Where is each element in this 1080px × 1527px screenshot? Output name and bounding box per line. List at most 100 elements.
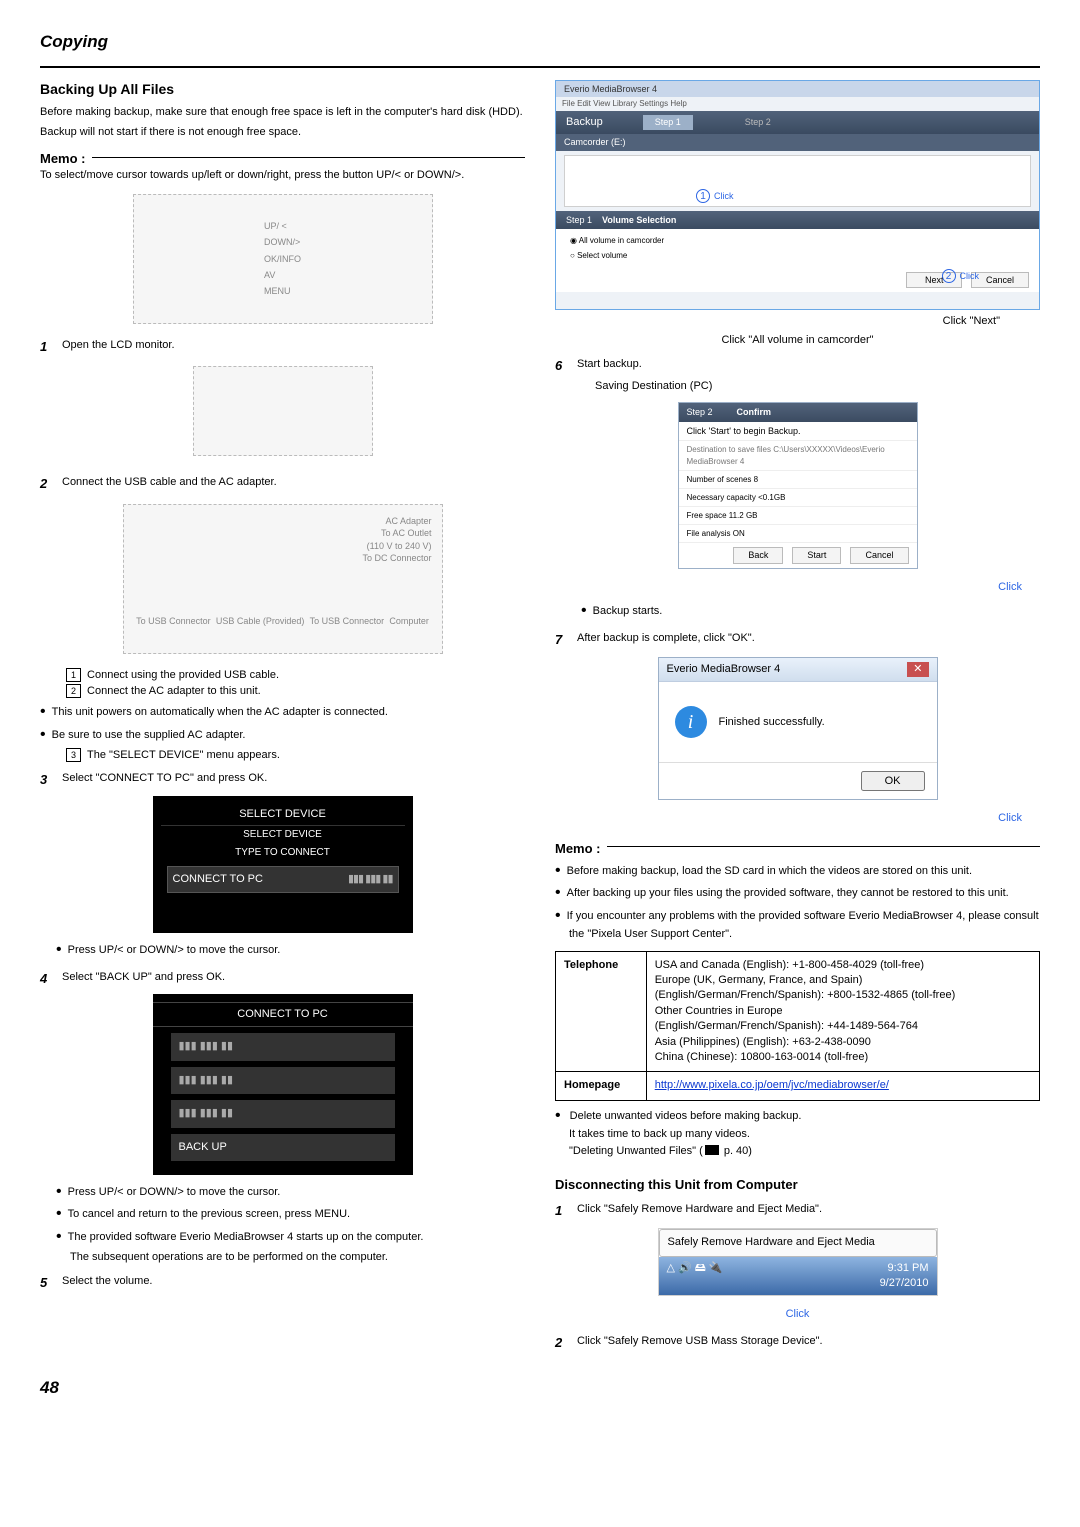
step-1-text: Open the LCD monitor. bbox=[62, 338, 525, 356]
conn-bullet-1: This unit powers on automatically when t… bbox=[54, 701, 525, 723]
connect-figure: AC Adapter To AC Outlet (110 V to 240 V)… bbox=[40, 504, 525, 654]
step-6-text: Start backup. bbox=[577, 357, 1040, 375]
cancel-button-2[interactable]: Cancel bbox=[850, 547, 908, 564]
connect-to-pc-row[interactable]: CONNECT TO PC ▮▮▮ ▮▮▮ ▮▮ bbox=[167, 866, 399, 893]
after-table-sub: It takes time to back up many videos. bbox=[569, 1128, 750, 1140]
after-table-b1: Delete unwanted videos before making bac… bbox=[569, 1105, 1040, 1143]
step-4-text: Select "BACK UP" and press OK. bbox=[62, 970, 525, 988]
camcorder-section: Camcorder (E:) bbox=[556, 134, 1039, 151]
disc-step-2-text: Click "Safely Remove USB Mass Storage De… bbox=[577, 1334, 1040, 1352]
step-5-num: 5 bbox=[40, 1274, 62, 1292]
confirm-l6: File analysis ON bbox=[679, 525, 917, 543]
ok-button[interactable]: OK bbox=[861, 771, 925, 791]
click-anno-1: Click bbox=[714, 191, 734, 201]
conn-bullet-2: Be sure to use the supplied AC adapter. bbox=[54, 724, 525, 746]
memo-label-2: Memo : bbox=[555, 840, 601, 858]
finished-dialog: Everio MediaBrowser 4 ✕ i Finished succe… bbox=[658, 657, 938, 800]
usb-cable-label: USB Cable (Provided) bbox=[216, 615, 305, 628]
reference-icon bbox=[705, 1145, 719, 1155]
confirm-l4: Necessary capacity <0.1GB bbox=[679, 489, 917, 507]
intro-1: Before making backup, make sure that eno… bbox=[40, 105, 525, 120]
dialog-message: Finished successfully. bbox=[719, 715, 825, 730]
click-anno-start: Click bbox=[555, 577, 1040, 598]
step3-bullet: Press UP/< or DOWN/> to move the cursor. bbox=[70, 939, 525, 961]
step4-bullet-3: The provided software Everio MediaBrowse… bbox=[70, 1226, 525, 1248]
okinfo-button-label: OK/INFO bbox=[264, 251, 301, 267]
info-icon: i bbox=[675, 706, 707, 738]
ac-adapter-label: AC Adapter bbox=[134, 515, 432, 528]
lcd2-backup-label: BACK UP bbox=[179, 1141, 227, 1153]
usb-conn-1-label: To USB Connector bbox=[136, 615, 211, 628]
lcd1-sub2: TYPE TO CONNECT bbox=[161, 844, 405, 862]
bars-icon: ▮▮▮ ▮▮▮ ▮▮ bbox=[348, 872, 393, 887]
click-anno-ok: Click bbox=[555, 808, 1040, 829]
step2-tab[interactable]: Step 2 bbox=[733, 115, 783, 130]
backup-starts-bullet: Backup starts. bbox=[595, 600, 1040, 622]
disc-step-2-num: 2 bbox=[555, 1334, 577, 1352]
menubar: File Edit View Library Settings Help bbox=[556, 97, 1039, 110]
tray-time: 9:31 PM bbox=[888, 1262, 929, 1274]
substep-3-num: 3 bbox=[66, 748, 81, 762]
cancel-button[interactable]: Cancel bbox=[971, 272, 1029, 289]
homepage-label: Homepage bbox=[556, 1072, 647, 1100]
step4-bullet-1: Press UP/< or DOWN/> to move the cursor. bbox=[70, 1181, 525, 1203]
thumbnail-pane bbox=[564, 155, 1031, 207]
telephone-label: Telephone bbox=[556, 951, 647, 1072]
memo-heading-row-2: Memo : bbox=[555, 840, 1040, 858]
mediabrowser-screenshot: Everio MediaBrowser 4 File Edit View Lib… bbox=[555, 80, 1040, 310]
step-2-num: 2 bbox=[40, 475, 62, 493]
tray-date: 9/27/2010 bbox=[880, 1277, 929, 1289]
homepage-link[interactable]: http://www.pixela.co.jp/oem/jvc/mediabro… bbox=[655, 1079, 889, 1091]
backup-row[interactable]: BACK UP bbox=[171, 1134, 395, 1161]
step-1-num: 1 bbox=[40, 338, 62, 356]
dialog-title: Everio MediaBrowser 4 bbox=[667, 662, 781, 677]
camcorder-buttons-figure: UP/ < DOWN/> OK/INFO AV MENU bbox=[40, 194, 525, 324]
page-header: Copying bbox=[40, 30, 1040, 54]
memo-text: To select/move cursor towards up/left or… bbox=[40, 168, 525, 183]
opt-select-volume[interactable]: ○ Select volume bbox=[570, 250, 1025, 261]
click-all-caption: Click "All volume in camcorder" bbox=[555, 333, 1040, 348]
lcd1-sub1: SELECT DEVICE bbox=[161, 826, 405, 844]
step4-bullet-3-cont: The subsequent operations are to be perf… bbox=[40, 1250, 525, 1265]
click-anno-2: Click bbox=[960, 271, 980, 281]
lcd2-row-1[interactable]: ▮▮▮ ▮▮▮ ▮▮ bbox=[171, 1033, 395, 1060]
substep-2-num: 2 bbox=[66, 684, 81, 698]
lcd2-row-3[interactable]: ▮▮▮ ▮▮▮ ▮▮ bbox=[171, 1100, 395, 1127]
dc-label: To DC Connector bbox=[134, 552, 432, 565]
saving-destination-label: Saving Destination (PC) bbox=[595, 379, 1040, 394]
step-4-num: 4 bbox=[40, 970, 62, 988]
click-anno-tray: Click bbox=[555, 1304, 1040, 1325]
confirm-l3: Number of scenes 8 bbox=[679, 471, 917, 489]
step-7-text: After backup is complete, click "OK". bbox=[577, 631, 1040, 649]
page-number: 48 bbox=[40, 1376, 1040, 1400]
select-device-menu: SELECT DEVICE SELECT DEVICE TYPE TO CONN… bbox=[153, 796, 413, 934]
disc-step-1-num: 1 bbox=[555, 1202, 577, 1220]
step1-tab[interactable]: Step 1 bbox=[643, 115, 693, 130]
down-button-label: DOWN/> bbox=[264, 234, 301, 250]
tray-balloon[interactable]: Safely Remove Hardware and Eject Media bbox=[659, 1229, 937, 1256]
intro-2: Backup will not start if there is not en… bbox=[40, 125, 525, 140]
av-label: AV bbox=[264, 270, 275, 280]
opt-all-volume[interactable]: ◉ All volume in camcorder bbox=[570, 235, 1025, 246]
right-column: Everio MediaBrowser 4 File Edit View Lib… bbox=[555, 80, 1040, 1356]
contact-table: Telephone USA and Canada (English): +1-8… bbox=[555, 951, 1040, 1101]
confirm-dialog-screenshot: Step 2Confirm Click 'Start' to begin Bac… bbox=[678, 402, 918, 569]
confirm-step2: Step 2 bbox=[687, 406, 713, 419]
memo-label: Memo : bbox=[40, 150, 86, 168]
back-button[interactable]: Back bbox=[733, 547, 783, 564]
backing-up-title: Backing Up All Files bbox=[40, 80, 525, 100]
open-lcd-figure bbox=[40, 366, 525, 461]
start-button[interactable]: Start bbox=[792, 547, 841, 564]
step-3-num: 3 bbox=[40, 771, 62, 789]
voltage-label: (110 V to 240 V) bbox=[134, 540, 432, 553]
substep-1-num: 1 bbox=[66, 668, 81, 682]
connect-to-pc-menu: CONNECT TO PC ▮▮▮ ▮▮▮ ▮▮ ▮▮▮ ▮▮▮ ▮▮ ▮▮▮ … bbox=[153, 994, 413, 1175]
step-7-num: 7 bbox=[555, 631, 577, 649]
backup-title: Backup bbox=[566, 115, 603, 130]
lcd2-row-2[interactable]: ▮▮▮ ▮▮▮ ▮▮ bbox=[171, 1067, 395, 1094]
telephone-value: USA and Canada (English): +1-800-458-402… bbox=[646, 951, 1039, 1072]
lcd1-row-label: CONNECT TO PC bbox=[173, 872, 263, 887]
up-button-label: UP/ < bbox=[264, 218, 301, 234]
close-icon[interactable]: ✕ bbox=[907, 662, 928, 677]
vol-step: Step 1 bbox=[566, 215, 592, 225]
